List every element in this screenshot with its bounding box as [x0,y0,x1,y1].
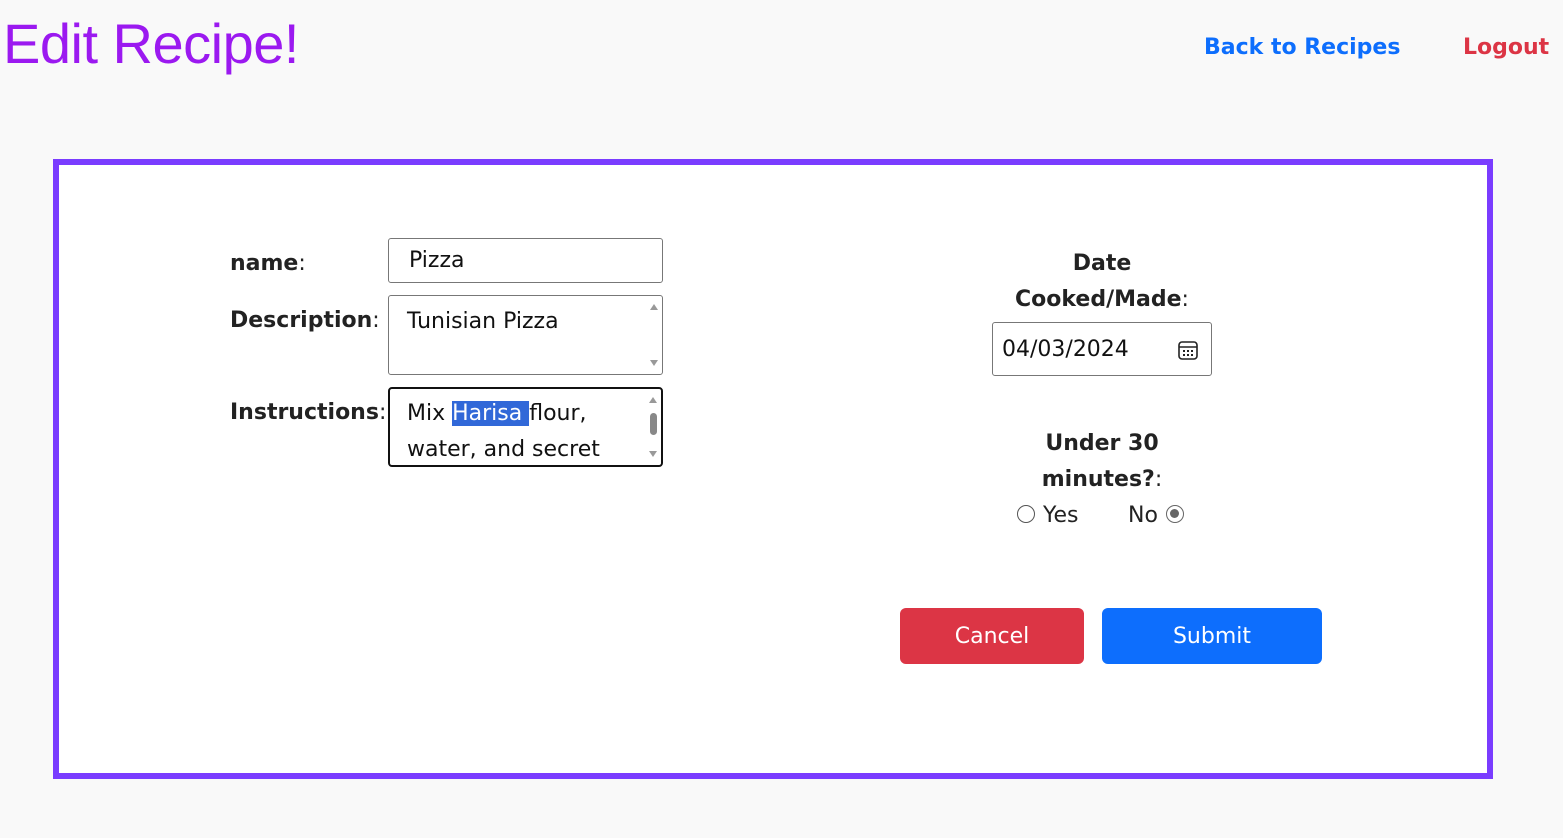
under-30-yes-label[interactable]: Yes [1043,501,1079,531]
submit-button[interactable]: Submit [1102,608,1322,664]
description-text: Tunisian Pizza [407,309,559,334]
page-title: Edit Recipe! [3,12,299,75]
instructions-line-2: water, and secret [407,437,600,462]
description-scrollbar[interactable] [648,298,660,372]
under-30-no-radio[interactable] [1166,505,1184,523]
back-to-recipes-link[interactable]: Back to Recipes [1204,33,1400,63]
logout-link[interactable]: Logout [1463,33,1549,63]
under-30-yes-radio[interactable] [1017,505,1035,523]
instructions-textarea[interactable]: Mix Harisa flour, water, and secret [388,387,663,467]
scroll-thumb[interactable] [650,413,657,435]
scroll-up-arrow-icon[interactable] [650,304,658,310]
scroll-down-arrow-icon[interactable] [650,360,658,366]
description-label: Description: [230,308,380,333]
instructions-scrollbar[interactable] [647,391,659,463]
under-30-label: Under 30 minutes?: [1041,431,1163,492]
date-value: 04/03/2024 [1002,337,1129,362]
cancel-button[interactable]: Cancel [900,608,1084,664]
instructions-line-1: Mix Harisa flour, [407,401,587,426]
selected-text: Harisa [452,401,530,426]
scroll-up-arrow-icon[interactable] [649,397,657,403]
date-input[interactable]: 04/03/2024 [992,322,1212,376]
under-30-no-label[interactable]: No [1128,501,1158,531]
date-label: Date Cooked/Made: [1015,251,1189,312]
scroll-down-arrow-icon[interactable] [649,451,657,457]
instructions-label: Instructions: [230,400,387,425]
calendar-icon[interactable] [1177,339,1199,361]
name-label: name: [230,251,306,276]
description-textarea[interactable]: Tunisian Pizza [388,295,663,375]
name-input[interactable] [388,238,663,283]
